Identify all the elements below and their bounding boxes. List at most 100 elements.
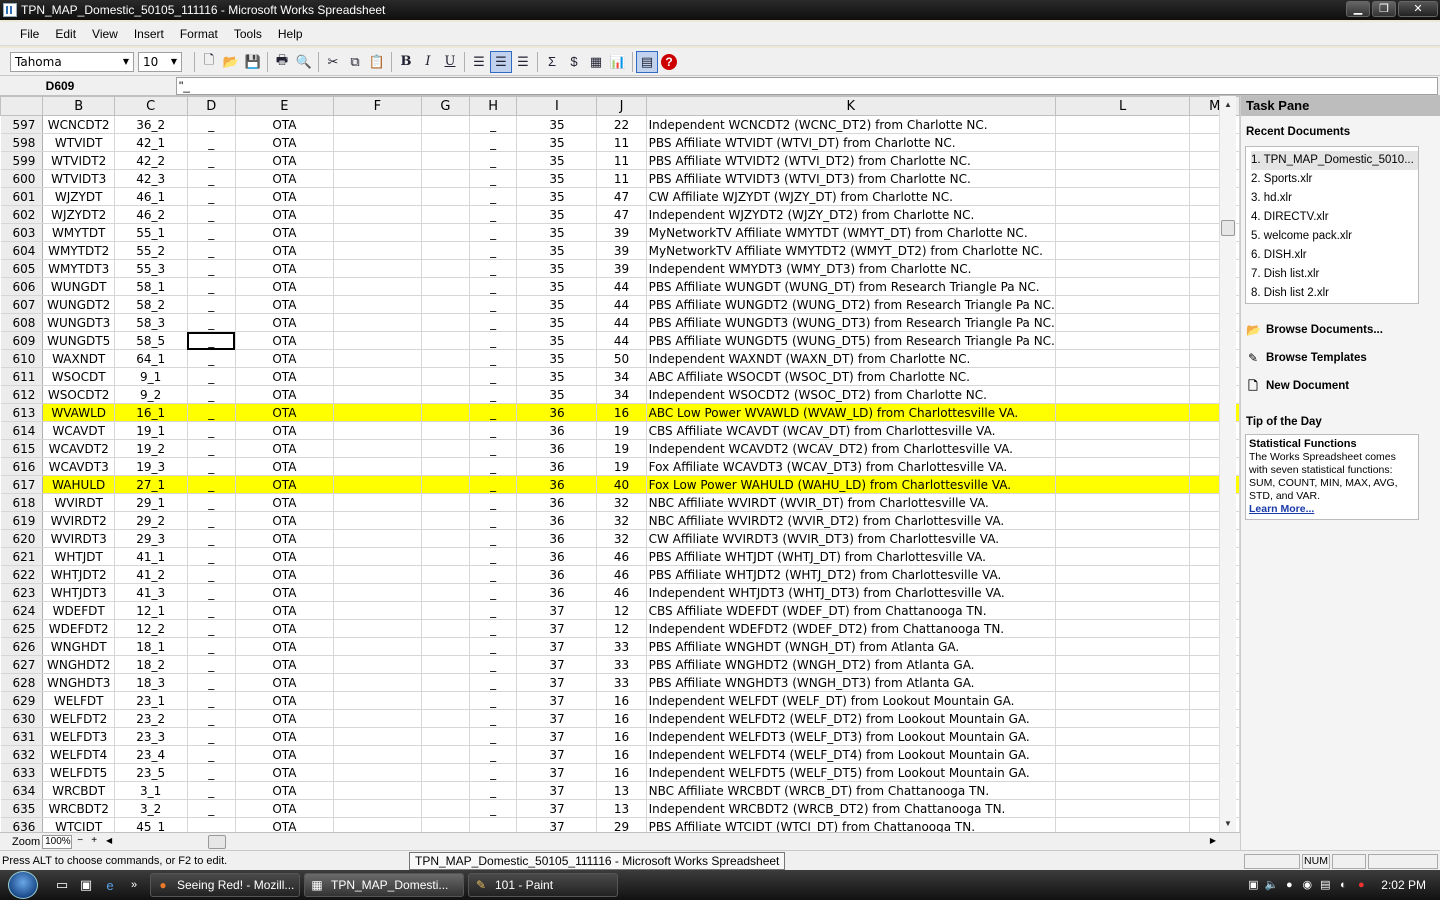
cell-b[interactable]: WNGHDT3 (42, 673, 115, 692)
recent-document-item[interactable]: 8. Dish list 2.xlr (1251, 284, 1418, 303)
cell-h[interactable]: _ (469, 493, 518, 512)
cell-e[interactable]: OTA (235, 781, 334, 800)
cell-j[interactable]: 44 (596, 313, 647, 332)
network-icon[interactable]: ▤ (1317, 877, 1333, 893)
column-header[interactable]: C (113, 96, 188, 116)
cell-c[interactable]: 18_3 (114, 673, 188, 692)
cell-e[interactable]: OTA (235, 511, 334, 530)
cell-j[interactable]: 16 (596, 727, 647, 746)
cell-c[interactable]: 23_5 (114, 763, 188, 782)
cell-l[interactable] (1055, 727, 1191, 746)
row-header[interactable]: 608 (0, 313, 44, 332)
row-header[interactable]: 612 (0, 385, 44, 404)
align-center-icon[interactable]: ☰ (490, 50, 512, 73)
cell-k[interactable]: PBS Affiliate WTCIDT (WTCI_DT) from Chat… (646, 817, 1056, 832)
cell-i[interactable]: 37 (516, 799, 598, 818)
cell-c[interactable]: 9_2 (114, 385, 188, 404)
cell-e[interactable]: OTA (235, 259, 334, 278)
zoom-field[interactable]: 100% (42, 834, 73, 849)
cell-d[interactable]: _ (187, 673, 236, 692)
cell-j[interactable]: 32 (596, 529, 647, 548)
cell-d[interactable]: _ (187, 655, 236, 674)
cell-l[interactable] (1055, 205, 1191, 224)
cell-k[interactable]: Independent WSOCDT2 (WSOC_DT2) from Char… (646, 385, 1056, 404)
cell-f[interactable] (333, 637, 423, 656)
cell-d[interactable]: _ (187, 169, 236, 188)
row-header[interactable]: 604 (0, 241, 44, 260)
recent-document-item[interactable]: 1. TPN_MAP_Domestic_5010... (1251, 151, 1418, 170)
cell-f[interactable] (333, 709, 423, 728)
cell-j[interactable]: 44 (596, 331, 647, 350)
cell-j[interactable]: 46 (596, 583, 647, 602)
cell-h[interactable]: _ (469, 475, 518, 494)
cell-d[interactable]: _ (187, 511, 236, 530)
cell-b[interactable]: WELFDT5 (42, 763, 115, 782)
cell-h[interactable]: _ (469, 583, 518, 602)
cell-k[interactable]: PBS Affiliate WTVIDT (WTVI_DT) from Char… (646, 133, 1056, 152)
cell-b[interactable]: WDEFDT (42, 601, 115, 620)
row-header[interactable]: 611 (0, 367, 44, 386)
cell-l[interactable] (1055, 817, 1191, 832)
cell-j[interactable]: 19 (596, 421, 647, 440)
row-header[interactable]: 618 (0, 493, 44, 512)
cell-k[interactable]: CW Affiliate WVIRDT3 (WVIR_DT3) from Cha… (646, 529, 1056, 548)
cell-h[interactable]: _ (469, 529, 518, 548)
cell-d[interactable]: _ (187, 583, 236, 602)
cell-i[interactable]: 37 (516, 763, 598, 782)
cell-j[interactable]: 39 (596, 259, 647, 278)
cell-f[interactable] (333, 367, 423, 386)
cell-c[interactable]: 29_3 (114, 529, 188, 548)
cell-f[interactable] (333, 763, 423, 782)
cell-f[interactable] (333, 565, 423, 584)
cell-e[interactable]: OTA (235, 637, 334, 656)
row-header[interactable]: 634 (0, 781, 44, 800)
cell-c[interactable]: 29_2 (114, 511, 188, 530)
cell-c[interactable]: 18_2 (114, 655, 188, 674)
security-alert-icon[interactable]: ● (1353, 877, 1369, 893)
cell-e[interactable]: OTA (235, 421, 334, 440)
cell-g[interactable] (421, 727, 470, 746)
cell-f[interactable] (333, 133, 423, 152)
menu-tools[interactable]: Tools (226, 27, 270, 41)
cell-f[interactable] (333, 277, 423, 296)
cell-c[interactable]: 45_1 (114, 817, 188, 832)
cell-j[interactable]: 19 (596, 439, 647, 458)
volume-icon[interactable]: 🔈 (1263, 877, 1279, 893)
cell-c[interactable]: 58_1 (114, 277, 188, 296)
cell-i[interactable]: 37 (516, 673, 598, 692)
cell-h[interactable]: _ (469, 655, 518, 674)
italic-button[interactable]: I (417, 51, 439, 73)
row-header[interactable]: 606 (0, 277, 44, 296)
browse-templates-link[interactable]: ✎ Browse Templates (1246, 344, 1440, 372)
taskbar-item-paint[interactable]: ✎ 101 - Paint (468, 873, 618, 897)
cell-f[interactable] (333, 169, 423, 188)
menu-format[interactable]: Format (172, 27, 226, 41)
column-header[interactable]: F (332, 96, 423, 116)
cell-b[interactable]: WNGHDT2 (42, 655, 115, 674)
cell-i[interactable]: 37 (516, 601, 598, 620)
cell-e[interactable]: OTA (235, 709, 334, 728)
select-all-corner[interactable] (0, 96, 44, 116)
row-header[interactable]: 610 (0, 349, 44, 368)
cell-i[interactable]: 36 (516, 529, 598, 548)
cell-h[interactable]: _ (469, 187, 518, 206)
cell-c[interactable]: 9_1 (114, 367, 188, 386)
cell-i[interactable]: 35 (516, 187, 598, 206)
cell-f[interactable] (333, 511, 423, 530)
cell-j[interactable]: 39 (596, 223, 647, 242)
cell-j[interactable]: 22 (596, 115, 647, 134)
cell-k[interactable]: PBS Affiliate WNGHDT3 (WNGH_DT3) from At… (646, 673, 1056, 692)
cell-c[interactable]: 41_1 (114, 547, 188, 566)
cell-k[interactable]: PBS Affiliate WHTJDT2 (WHTJ_DT2) from Ch… (646, 565, 1056, 584)
cut-icon[interactable]: ✂ (322, 51, 344, 73)
cell-i[interactable]: 35 (516, 367, 598, 386)
cell-c[interactable]: 3_2 (114, 799, 188, 818)
cell-i[interactable]: 35 (516, 313, 598, 332)
cell-g[interactable] (421, 295, 470, 314)
cell-g[interactable] (421, 331, 470, 350)
cell-j[interactable]: 12 (596, 601, 647, 620)
cell-l[interactable] (1055, 673, 1191, 692)
cell-l[interactable] (1055, 529, 1191, 548)
cell-i[interactable]: 37 (516, 817, 598, 832)
row-header[interactable]: 597 (0, 115, 44, 134)
